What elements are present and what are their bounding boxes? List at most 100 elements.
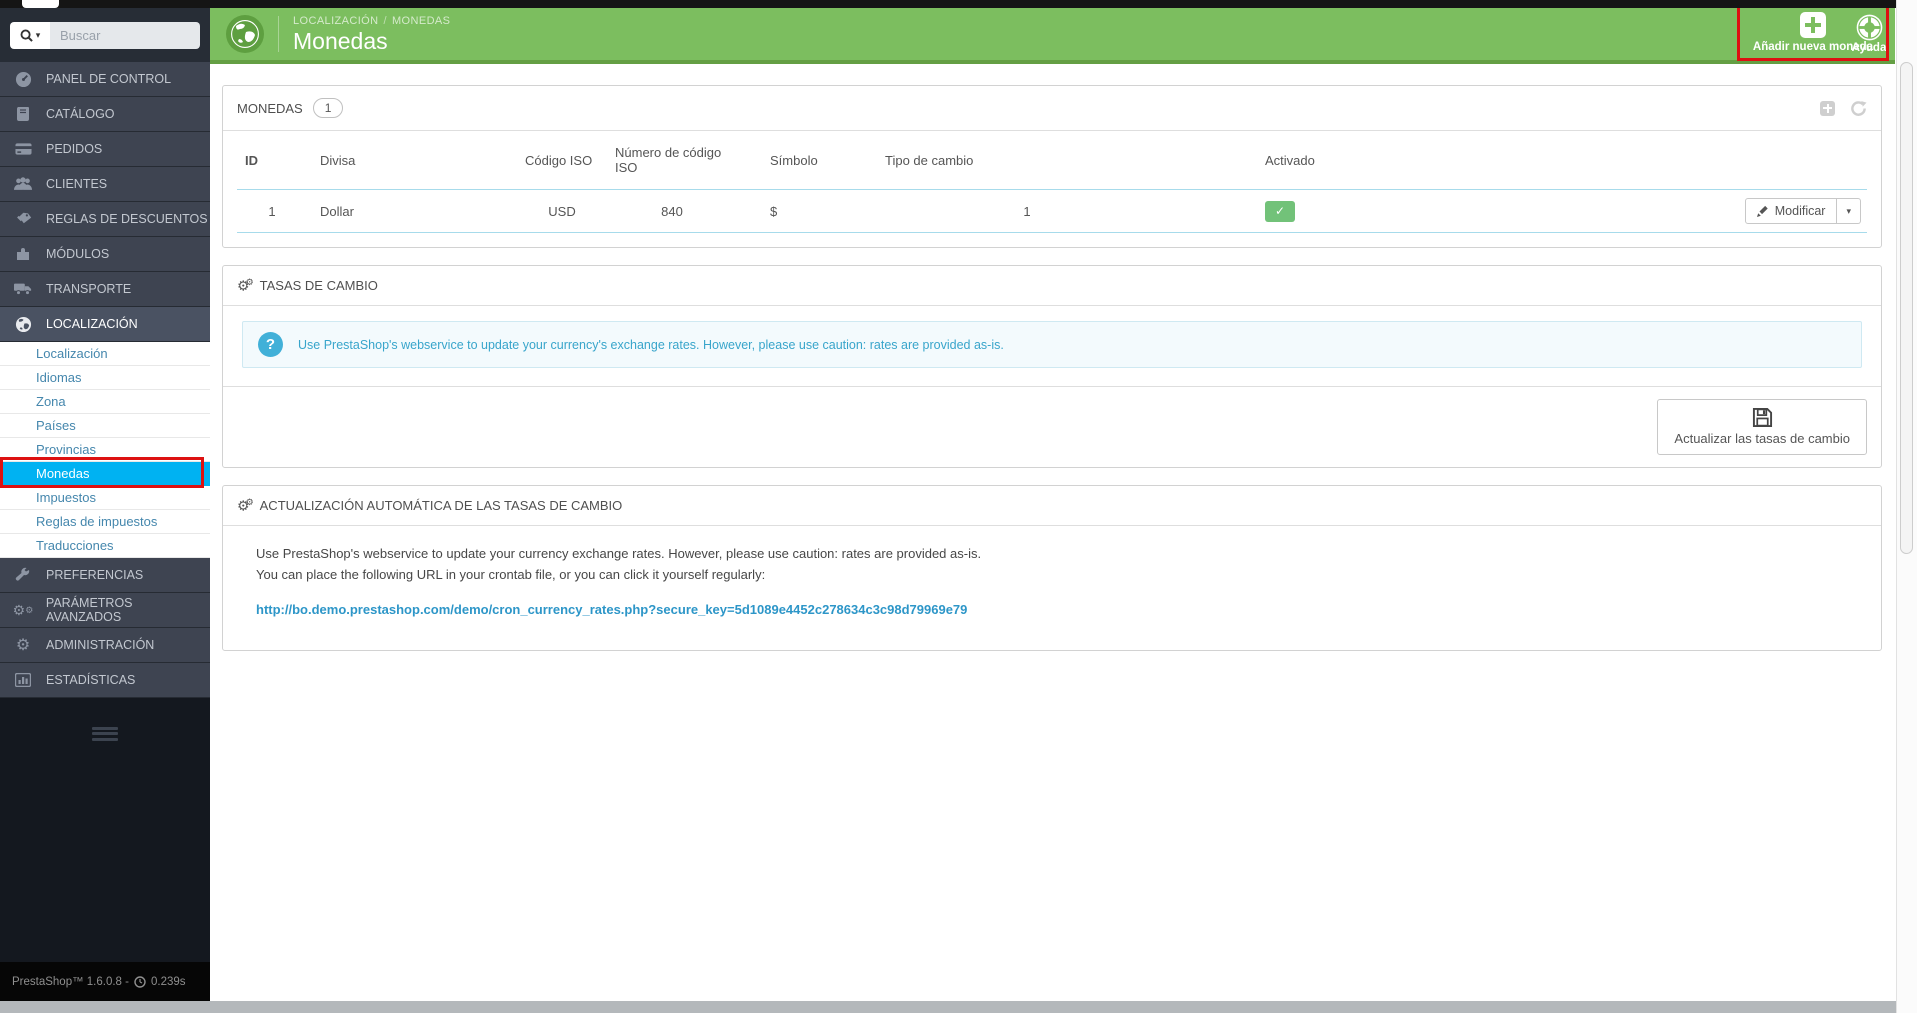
submenu-item-monedas[interactable]: Monedas xyxy=(0,462,210,486)
plus-icon xyxy=(1799,11,1826,38)
page-title: Monedas xyxy=(293,27,388,54)
count-badge: 1 xyxy=(312,98,344,118)
column-header-activado[interactable]: Activado xyxy=(1177,131,1397,190)
enabled-toggle[interactable]: ✓ xyxy=(1265,200,1295,222)
gears-icon: ⚙⚙ xyxy=(237,277,254,294)
submenu-item-impuestos[interactable]: Impuestos xyxy=(0,486,210,510)
info-alert: ? Use PrestaShop's webservice to update … xyxy=(242,321,1862,368)
search-button[interactable]: ▾ xyxy=(10,22,50,49)
pencil-icon xyxy=(1756,205,1768,217)
sidebar-item-localizacion[interactable]: LOCALIZACIÓN xyxy=(0,307,210,342)
panel-title: MONEDAS xyxy=(237,100,303,116)
refresh-icon[interactable] xyxy=(1850,100,1867,117)
sidebar-item-label: ESTADÍSTICAS xyxy=(46,673,136,687)
top-chrome-strip xyxy=(0,0,1896,8)
column-header-numero-codigo-iso[interactable]: Número de código ISO xyxy=(607,131,737,190)
submenu-item-paises[interactable]: Países xyxy=(0,414,210,438)
sidebar-item-catalogo[interactable]: CATÁLOGO xyxy=(0,97,210,132)
header-divider xyxy=(278,16,279,52)
currencies-table: ID Divisa Código ISO Número de código IS… xyxy=(237,131,1867,233)
column-header-codigo-iso[interactable]: Código ISO xyxy=(517,131,607,190)
cell-iso-code: USD xyxy=(517,189,607,233)
column-header-id[interactable]: ID xyxy=(237,131,307,190)
sidebar-item-preferencias[interactable]: PREFERENCIAS xyxy=(0,558,210,593)
sidebar-item-label: TRANSPORTE xyxy=(46,282,132,296)
panel-add-icon[interactable] xyxy=(1820,100,1835,116)
breadcrumb-parent[interactable]: LOCALIZACIÓN xyxy=(293,15,379,27)
chevron-down-icon: ▾ xyxy=(35,30,41,40)
breadcrumb: LOCALIZACIÓN / MONEDAS xyxy=(293,14,451,27)
gears-icon: ⚙⚙ xyxy=(12,602,34,618)
version-text: PrestaShop™ 1.6.0.8 - xyxy=(12,975,129,988)
cell-symbol: $ xyxy=(737,189,877,233)
gear-icon: ⚙ xyxy=(15,637,31,654)
sidebar-item-estadisticas[interactable]: ESTADÍSTICAS xyxy=(0,663,210,698)
credit-card-icon xyxy=(11,142,35,156)
sidebar-item-label: CLIENTES xyxy=(46,177,108,191)
submenu-item-idiomas[interactable]: Idiomas xyxy=(0,366,210,390)
update-rates-button[interactable]: Actualizar las tasas de cambio xyxy=(1657,399,1867,455)
load-time: 0.239s xyxy=(150,975,186,988)
add-currency-button[interactable]: Añadir nueva moneda xyxy=(1753,11,1873,53)
wrench-icon xyxy=(11,567,35,583)
sidebar-item-label: ADMINISTRACIÓN xyxy=(46,638,155,652)
table-row[interactable]: 1 Dollar USD 840 $ 1 ✓ Modificar ▾ xyxy=(237,189,1867,233)
cell-currency: Dollar xyxy=(307,189,517,233)
sidebar-version-bar: PrestaShop™ 1.6.0.8 - 0.239s xyxy=(0,962,210,1001)
edit-dropdown-button[interactable]: ▾ xyxy=(1837,198,1861,224)
submenu-item-traducciones[interactable]: Traducciones xyxy=(0,534,210,558)
sidebar-item-label: REGLAS DE DESCUENTOS xyxy=(46,212,208,226)
exchange-rates-heading: ⚙⚙ TASAS DE CAMBIO xyxy=(223,266,1881,306)
column-header-tipo-de-cambio[interactable]: Tipo de cambio xyxy=(877,131,1177,190)
sidebar-item-label: MÓDULOS xyxy=(46,247,110,261)
sidebar-menu-secondary: PREFERENCIAS ⚙ ⚙ PARÁMETROS AVANZADOS ⚙ A… xyxy=(0,558,210,698)
sidebar-item-label: PEDIDOS xyxy=(46,142,103,156)
bar-chart-icon xyxy=(11,673,35,687)
main-area: LOCALIZACIÓN / MONEDAS Monedas Añadir nuev… xyxy=(210,3,1895,1001)
cron-url-link[interactable]: http://bo.demo.prestashop.com/demo/cron_… xyxy=(256,600,967,621)
clock-icon xyxy=(134,975,146,988)
sidebar-item-label: PREFERENCIAS xyxy=(46,568,144,582)
search-icon xyxy=(20,29,33,42)
sidebar-item-administracion[interactable]: ⚙ ADMINISTRACIÓN xyxy=(0,628,210,663)
sidebar-menu: PANEL DE CONTROL CATÁLOGO PEDIDOS CLIENT… xyxy=(0,62,210,342)
book-icon xyxy=(11,106,35,122)
collapse-menu-icon[interactable] xyxy=(92,724,118,743)
truck-icon xyxy=(11,282,35,296)
sidebar-item-label: LOCALIZACIÓN xyxy=(46,317,138,331)
submenu-item-localizacion[interactable]: Localización xyxy=(0,342,210,366)
submenu-item-reglas-de-impuestos[interactable]: Reglas de impuestos xyxy=(0,510,210,534)
scrollbar-track[interactable] xyxy=(1896,0,1917,1013)
gears-icon: ⚙⚙ xyxy=(237,497,254,514)
content: MONEDAS 1 ID Divisa Código ISO Número de… xyxy=(210,64,1895,652)
column-header-divisa[interactable]: Divisa xyxy=(307,131,517,190)
sidebar: ▾ PANEL DE CONTROL CATÁLOGO PEDIDOS xyxy=(0,8,210,1001)
sidebar-item-transporte[interactable]: TRANSPORTE xyxy=(0,272,210,307)
cell-id: 1 xyxy=(237,189,307,233)
sidebar-lower-area xyxy=(0,698,210,962)
sidebar-item-clientes[interactable]: CLIENTES xyxy=(0,167,210,202)
submenu-item-zona[interactable]: Zona xyxy=(0,390,210,414)
panel-title: ACTUALIZACIÓN AUTOMÁTICA DE LAS TASAS DE… xyxy=(259,498,623,513)
alert-text: Use PrestaShop's webservice to update yo… xyxy=(298,337,1004,352)
sidebar-item-parametros-avanzados[interactable]: ⚙ ⚙ PARÁMETROS AVANZADOS xyxy=(0,593,210,628)
chevron-down-icon: ▾ xyxy=(1846,205,1851,216)
edit-button[interactable]: Modificar xyxy=(1744,198,1838,224)
breadcrumb-current: MONEDAS xyxy=(391,14,451,27)
cell-iso-code-num: 840 xyxy=(607,189,737,233)
sidebar-item-reglas-de-descuentos[interactable]: REGLAS DE DESCUENTOS xyxy=(0,202,210,237)
sidebar-item-panel-de-control[interactable]: PANEL DE CONTROL xyxy=(0,62,210,97)
currencies-panel: MONEDAS 1 ID Divisa Código ISO Número de… xyxy=(222,85,1882,248)
submenu-item-provincias[interactable]: Provincias xyxy=(0,438,210,462)
tags-icon xyxy=(11,212,35,227)
auto-update-line1: Use PrestaShop's webservice to update yo… xyxy=(256,546,982,561)
sidebar-item-modulos[interactable]: MÓDULOS xyxy=(0,237,210,272)
auto-update-panel: ⚙⚙ ACTUALIZACIÓN AUTOMÁTICA DE LAS TASAS… xyxy=(222,485,1882,652)
sidebar-item-pedidos[interactable]: PEDIDOS xyxy=(0,132,210,167)
column-header-simbolo[interactable]: Símbolo xyxy=(737,131,877,190)
check-icon: ✓ xyxy=(1274,203,1286,218)
scrollbar-thumb[interactable] xyxy=(1900,62,1913,554)
search-input[interactable] xyxy=(50,22,200,49)
sidebar-search-area: ▾ xyxy=(0,8,210,62)
exchange-rates-panel: ⚙⚙ TASAS DE CAMBIO ? Use PrestaShop's we… xyxy=(222,265,1882,468)
